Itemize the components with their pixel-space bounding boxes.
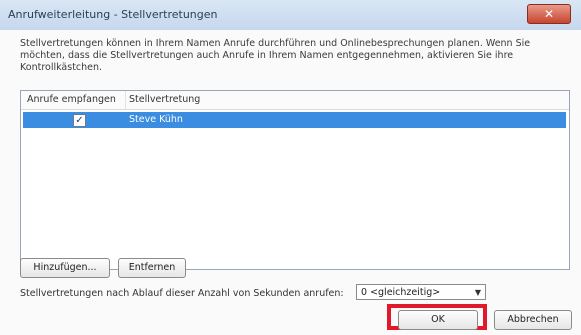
delegate-name: Steve Kühn [129,114,183,125]
seconds-dropdown[interactable]: 0 <gleichzeitig> ▼ [356,284,486,300]
seconds-selected-value: 0 <gleichzeitig> [361,287,441,298]
list-row[interactable]: ✓ Steve Kühn [23,112,566,128]
receive-calls-checkbox[interactable]: ✓ [73,114,86,127]
column-header-delegate[interactable]: Stellvertretung [129,94,200,105]
dialog-window: Anrufweiterleitung - Stellvertretungen ✕… [0,0,581,335]
add-button[interactable]: Hinzufügen... [20,258,110,278]
cancel-button[interactable]: Abbrechen [494,310,572,330]
ok-button[interactable]: OK [398,310,478,330]
list-header: Anrufe empfangen Stellvertretung [21,91,569,110]
window-title: Anrufweiterleitung - Stellvertretungen [8,8,218,21]
seconds-label: Stellvertretungen nach Ablauf dieser Anz… [20,288,344,299]
dialog-content: Stellvertretungen können in Ihrem Namen … [0,30,581,335]
chevron-down-icon: ▼ [474,288,481,297]
remove-button[interactable]: Entfernen [118,258,186,278]
column-header-receive-calls[interactable]: Anrufe empfangen [27,94,116,105]
delegates-list[interactable]: Anrufe empfangen Stellvertretung ✓ Steve… [20,90,570,270]
close-button[interactable]: ✕ [527,4,571,24]
title-bar[interactable]: Anrufweiterleitung - Stellvertretungen ✕ [0,0,581,31]
close-icon: ✕ [543,7,555,21]
column-separator [125,91,126,109]
description-text: Stellvertretungen können in Ihrem Namen … [20,38,531,73]
